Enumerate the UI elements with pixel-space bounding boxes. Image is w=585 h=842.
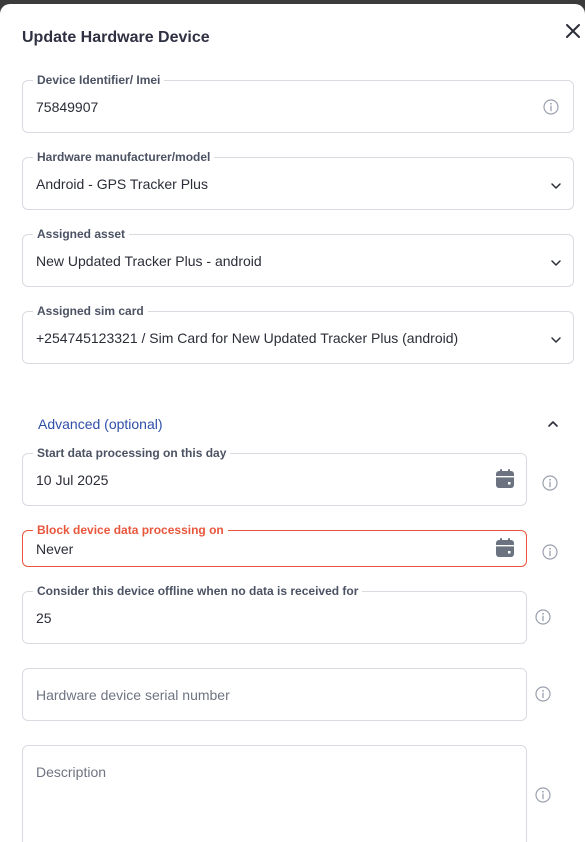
block-date-field[interactable]: Block device data processing on Never <box>22 523 527 567</box>
close-icon[interactable] <box>562 20 584 42</box>
assigned-sim-label: Assigned sim card <box>33 304 148 318</box>
hardware-model-label: Hardware manufacturer/model <box>33 150 215 164</box>
start-date-label: Start data processing on this day <box>33 446 231 460</box>
offline-threshold-value: 25 <box>36 610 52 626</box>
imei-field[interactable]: Device Identifier/ Imei 75849907 <box>22 73 574 133</box>
info-icon[interactable] <box>535 787 551 803</box>
info-icon[interactable] <box>535 609 551 625</box>
assigned-sim-select[interactable]: Assigned sim card +254745123321 / Sim Ca… <box>22 304 574 364</box>
start-date-value: 10 Jul 2025 <box>36 472 109 488</box>
chevron-down-icon[interactable] <box>550 259 562 267</box>
chevron-down-icon[interactable] <box>550 336 562 344</box>
assigned-asset-select[interactable]: Assigned asset New Updated Tracker Plus … <box>22 227 574 287</box>
serial-number-input[interactable]: Hardware device serial number <box>22 668 527 721</box>
block-date-label: Block device data processing on <box>33 523 228 537</box>
offline-threshold-label: Consider this device offline when no dat… <box>33 584 363 598</box>
assigned-asset-label: Assigned asset <box>33 227 130 241</box>
assigned-sim-value: +254745123321 / Sim Card for New Updated… <box>36 330 459 346</box>
calendar-icon[interactable] <box>495 538 515 558</box>
imei-value: 75849907 <box>36 99 99 115</box>
description-placeholder: Description <box>36 764 107 780</box>
info-icon[interactable] <box>535 686 551 702</box>
dialog-title: Update Hardware Device <box>22 29 210 46</box>
imei-label: Device Identifier/ Imei <box>33 73 165 87</box>
chevron-up-icon[interactable] <box>547 420 559 428</box>
block-date-value: Never <box>36 541 74 557</box>
hardware-model-value: Android - GPS Tracker Plus <box>36 176 208 192</box>
info-icon[interactable] <box>542 544 558 560</box>
chevron-down-icon[interactable] <box>550 182 562 190</box>
serial-number-placeholder: Hardware device serial number <box>36 687 230 703</box>
start-date-field[interactable]: Start data processing on this day 10 Jul… <box>22 446 527 506</box>
advanced-section-toggle[interactable]: Advanced (optional) <box>38 416 163 432</box>
info-icon[interactable] <box>542 475 558 491</box>
offline-threshold-field[interactable]: Consider this device offline when no dat… <box>22 584 527 644</box>
update-hardware-device-dialog: Update Hardware Device Device Identifier… <box>0 4 585 842</box>
hardware-model-select[interactable]: Hardware manufacturer/model Android - GP… <box>22 150 574 210</box>
info-icon[interactable] <box>543 99 559 115</box>
description-textarea[interactable]: Description <box>22 745 527 842</box>
calendar-icon[interactable] <box>495 469 515 489</box>
assigned-asset-value: New Updated Tracker Plus - android <box>36 253 262 269</box>
